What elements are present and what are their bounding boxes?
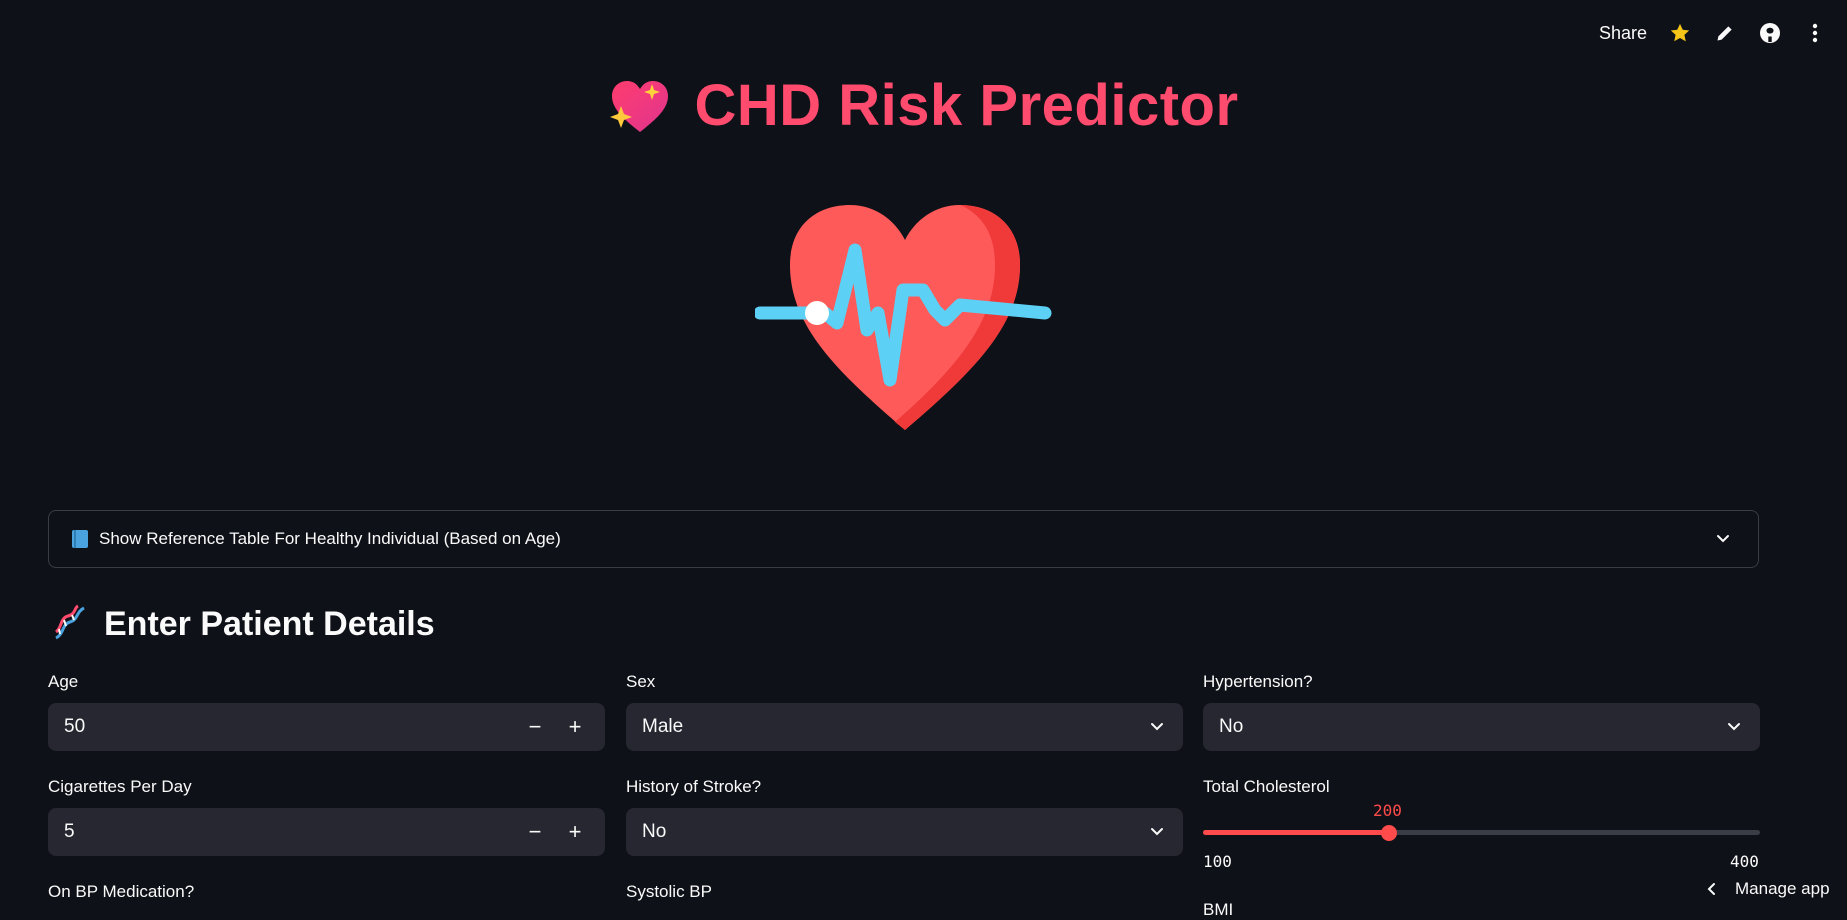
heart-pulse-illustration [755, 205, 1052, 430]
cholesterol-slider-value: 200 [1373, 801, 1402, 820]
systolic-label: Systolic BP [626, 882, 712, 901]
cigs-value: 5 [64, 821, 75, 842]
section-title: Enter Patient Details [104, 604, 435, 643]
bmi-label: BMI [1203, 900, 1234, 919]
stroke-label: History of Stroke? [626, 777, 762, 796]
cholesterol-slider-max: 400 [1730, 852, 1759, 871]
pencil-icon[interactable] [1712, 20, 1738, 46]
manage-app-button[interactable]: Manage app [1697, 870, 1847, 908]
sex-label: Sex [626, 672, 656, 691]
cholesterol-slider-min: 100 [1203, 852, 1232, 871]
bp-meds-label: On BP Medication? [48, 882, 195, 901]
cholesterol-slider-thumb[interactable] [1381, 825, 1397, 841]
chevron-down-icon [1728, 723, 1740, 731]
chevron-down-icon [1717, 535, 1729, 543]
expander-label: Show Reference Table For Healthy Individ… [99, 529, 561, 548]
chevron-down-icon [1151, 723, 1163, 731]
cigs-increment-button[interactable]: + [555, 808, 595, 856]
cigs-input[interactable]: 5 − + [48, 808, 605, 856]
age-input[interactable]: 50 − + [48, 703, 605, 751]
cigs-label: Cigarettes Per Day [48, 777, 192, 796]
cholesterol-slider-fill [1203, 830, 1389, 835]
age-label: Age [48, 672, 79, 691]
reference-table-expander[interactable]: Show Reference Table For Healthy Individ… [48, 510, 1759, 568]
dna-icon [55, 604, 85, 640]
section-heading: Enter Patient Details [50, 604, 435, 644]
star-icon[interactable] [1667, 20, 1693, 46]
sex-select[interactable]: Male [626, 703, 1183, 751]
more-vertical-icon[interactable] [1802, 20, 1828, 46]
age-decrement-button[interactable]: − [515, 703, 555, 751]
sparkling-heart-icon [610, 80, 669, 132]
chevron-down-icon [1151, 828, 1163, 836]
age-value: 50 [64, 716, 86, 737]
cholesterol-label: Total Cholesterol [1203, 777, 1330, 796]
toolbar: Share [1599, 18, 1847, 48]
page-header: CHD Risk Predictor [0, 72, 1847, 139]
hypertension-label: Hypertension? [1203, 672, 1313, 691]
stroke-select[interactable]: No [626, 808, 1183, 856]
cigs-decrement-button[interactable]: − [515, 808, 555, 856]
page-title: CHD Risk Predictor [694, 73, 1239, 138]
hypertension-select[interactable]: No [1203, 703, 1760, 751]
hypertension-value: No [1219, 716, 1244, 737]
blue-book-icon [72, 530, 88, 548]
stroke-value: No [642, 821, 667, 842]
share-button[interactable]: Share [1599, 23, 1647, 44]
chevron-left-icon [1707, 883, 1715, 895]
manage-app-label: Manage app [1735, 879, 1830, 898]
age-increment-button[interactable]: + [555, 703, 595, 751]
github-icon[interactable] [1757, 20, 1783, 46]
sex-value: Male [642, 716, 684, 737]
